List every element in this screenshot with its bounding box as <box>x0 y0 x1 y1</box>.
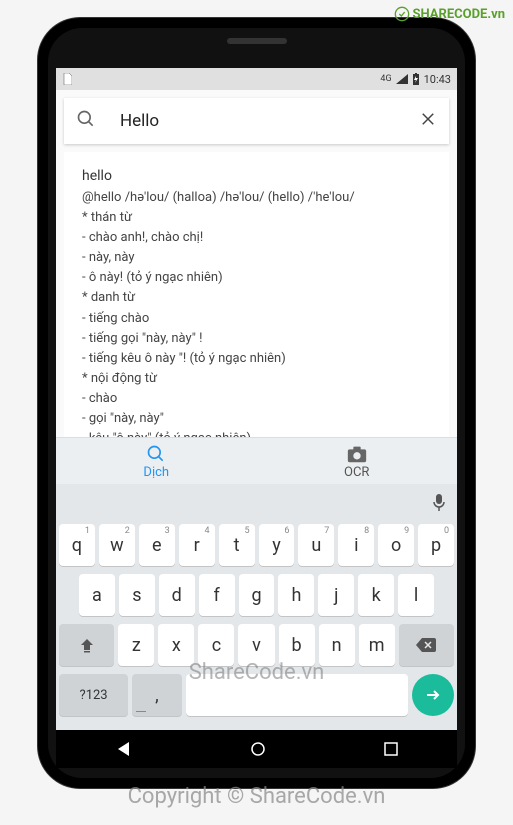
network-label: 4G <box>380 74 391 84</box>
keyboard: q1w2e3r4t5y6u7i8o9p0 asdfghjkl zxcvbnm ?… <box>56 520 457 730</box>
battery-icon <box>412 73 420 85</box>
definition-line: - gọi "này, này" <box>82 409 431 429</box>
definition-line: * nội động từ <box>82 369 431 389</box>
nav-home-icon[interactable] <box>250 741 266 757</box>
clock: 10:43 <box>424 73 451 86</box>
tab-ocr-label: OCR <box>344 465 369 480</box>
nav-recent-icon[interactable] <box>384 742 398 756</box>
brand-logo: SHARECODE.vn <box>394 6 505 22</box>
android-navbar <box>56 730 457 768</box>
definition-line: - này, này <box>82 248 431 268</box>
key-comma[interactable]: , <box>132 674 181 716</box>
key-j[interactable]: j <box>318 574 354 616</box>
signal-icon <box>396 74 408 84</box>
headword: hello <box>82 166 431 188</box>
key-q[interactable]: q1 <box>59 524 95 566</box>
definition-line: - tiếng kêu ô này "! (tỏ ý ngạc nhiên) <box>82 349 431 369</box>
key-z[interactable]: z <box>118 624 154 666</box>
search-input[interactable] <box>120 111 419 131</box>
sim-icon <box>62 73 72 85</box>
watermark-bottom: Copyright © ShareCode.vn <box>128 784 386 809</box>
suggestion-bar <box>56 484 457 520</box>
definition-line: - tiếng chào <box>82 309 431 329</box>
key-go[interactable] <box>412 674 454 716</box>
phonetic: @hello /hə'lou/ (halloa) /hə'lou/ (hello… <box>82 188 431 208</box>
search-icon <box>146 444 166 464</box>
search-icon <box>76 109 96 133</box>
search-bar[interactable] <box>64 98 449 144</box>
status-bar: 4G 10:43 <box>56 68 457 90</box>
key-l[interactable]: l <box>398 574 434 616</box>
definition-line: - chào <box>82 389 431 409</box>
tab-dich-label: Dịch <box>143 465 169 480</box>
key-f[interactable]: f <box>199 574 235 616</box>
key-h[interactable]: h <box>278 574 314 616</box>
definition-line: - ô này! (tỏ ý ngạc nhiên) <box>82 268 431 288</box>
definition-line: * thán từ <box>82 208 431 228</box>
tab-ocr[interactable]: OCR <box>257 438 458 484</box>
key-m[interactable]: m <box>359 624 395 666</box>
definition-line: - kêu "ô này" (tỏ ý ngạc nhiên) <box>82 429 431 437</box>
watermark-center: ShareCode.vn <box>189 660 325 685</box>
key-backspace[interactable] <box>399 624 454 666</box>
bottom-tabs: Dịch OCR <box>56 437 457 484</box>
definition-line: * danh từ <box>82 288 431 308</box>
key-e[interactable]: e3 <box>139 524 175 566</box>
key-u[interactable]: u7 <box>298 524 334 566</box>
nav-back-icon[interactable] <box>115 740 133 758</box>
key-y[interactable]: y6 <box>259 524 295 566</box>
definition-line: - chào anh!, chào chị! <box>82 228 431 248</box>
camera-icon <box>346 444 368 464</box>
key-symbols[interactable]: ?123 <box>59 674 128 716</box>
key-i[interactable]: i8 <box>338 524 374 566</box>
key-k[interactable]: k <box>358 574 394 616</box>
key-w[interactable]: w2 <box>99 524 135 566</box>
key-t[interactable]: t5 <box>219 524 255 566</box>
key-p[interactable]: p0 <box>418 524 454 566</box>
screen: 4G 10:43 hello @hello /hə'lou/ (halloa) … <box>56 68 457 730</box>
key-g[interactable]: g <box>239 574 275 616</box>
key-o[interactable]: o9 <box>378 524 414 566</box>
key-s[interactable]: s <box>119 574 155 616</box>
tab-dich[interactable]: Dịch <box>56 438 257 484</box>
key-a[interactable]: a <box>79 574 115 616</box>
phone-speaker <box>227 38 287 44</box>
mic-icon[interactable] <box>431 492 447 512</box>
key-shift[interactable] <box>59 624 114 666</box>
clear-icon[interactable] <box>419 110 437 132</box>
key-d[interactable]: d <box>159 574 195 616</box>
definition-line: - tiếng gọi "này, này" ! <box>82 329 431 349</box>
key-r[interactable]: r4 <box>179 524 215 566</box>
definition-panel: hello @hello /hə'lou/ (halloa) /hə'lou/ … <box>64 152 449 437</box>
